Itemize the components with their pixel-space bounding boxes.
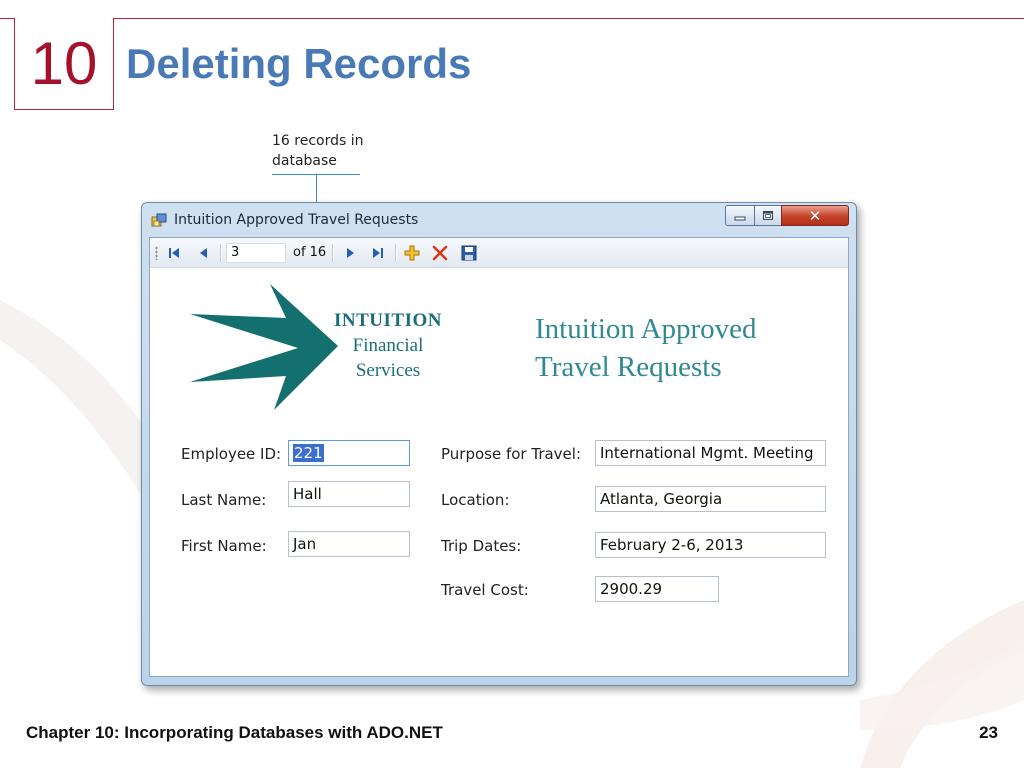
chapter-number-box: 10: [14, 18, 114, 110]
employee-id-field[interactable]: 221: [288, 440, 410, 466]
last-name-label: Last Name:: [181, 491, 267, 509]
toolbar-separator: [332, 244, 334, 262]
binding-navigator: 3 of 16: [150, 238, 848, 268]
logo-line-1: INTUITION: [334, 310, 442, 331]
purpose-label: Purpose for Travel:: [441, 445, 582, 463]
travel-cost-label: Travel Cost:: [441, 581, 529, 599]
toolbar-separator: [395, 244, 397, 262]
form-heading-line-1: Intuition Approved: [535, 313, 757, 345]
logo-line-3: Services: [355, 360, 421, 381]
first-name-field[interactable]: Jan: [288, 531, 410, 557]
move-first-icon[interactable]: [166, 245, 182, 261]
records-callout: 16 records in database: [272, 131, 392, 171]
callout-line-1: 16 records in: [272, 133, 364, 149]
location-field[interactable]: Atlanta, Georgia: [595, 486, 826, 512]
close-icon: ✕: [808, 206, 822, 225]
title-bar[interactable]: Intuition Approved Travel Requests ✕: [142, 203, 856, 237]
save-icon[interactable]: [461, 245, 477, 261]
logo-line-2: Financial: [352, 335, 424, 356]
form-heading: Intuition Approved Travel Requests: [535, 310, 835, 386]
move-previous-icon[interactable]: [196, 245, 212, 261]
window-title: Intuition Approved Travel Requests: [174, 212, 419, 228]
trip-dates-label: Trip Dates:: [441, 537, 522, 555]
form-client-area: 3 of 16 INTUITION Financial Services Int…: [149, 237, 849, 677]
location-label: Location:: [441, 491, 510, 509]
record-count-label: of 16: [293, 245, 327, 260]
employee-id-label: Employee ID:: [181, 445, 282, 463]
slide-page-number: 23: [979, 723, 998, 742]
chapter-number: 10: [30, 30, 98, 97]
app-window: Intuition Approved Travel Requests ✕ 3 o…: [141, 202, 857, 686]
add-new-icon[interactable]: [404, 245, 420, 261]
maximize-icon: [763, 211, 773, 220]
maximize-button[interactable]: [754, 205, 782, 226]
slide-title: Deleting Records: [126, 40, 472, 87]
delete-icon[interactable]: [432, 245, 448, 261]
move-next-icon[interactable]: [342, 245, 358, 261]
last-name-field[interactable]: Hall: [288, 481, 410, 507]
slide-footer-text: Chapter 10: Incorporating Databases with…: [26, 723, 443, 742]
travel-cost-field[interactable]: 2900.29: [595, 576, 719, 602]
minimize-button[interactable]: [725, 205, 755, 226]
first-name-label: First Name:: [181, 537, 267, 555]
minimize-icon: [734, 216, 746, 220]
close-button[interactable]: ✕: [781, 205, 849, 226]
employee-id-value: 221: [293, 444, 324, 462]
position-input[interactable]: 3: [226, 243, 286, 263]
toolbar-separator: [220, 244, 222, 262]
form-heading-line-2: Travel Requests: [535, 351, 722, 383]
company-logo-text: INTUITION Financial Services: [318, 308, 458, 383]
purpose-field[interactable]: International Mgmt. Meeting: [595, 440, 826, 466]
header-rule: [0, 18, 1024, 19]
toolbar-grip[interactable]: [155, 246, 158, 260]
callout-line-2: database: [272, 153, 337, 169]
move-last-icon[interactable]: [370, 245, 386, 261]
trip-dates-field[interactable]: February 2-6, 2013: [595, 532, 826, 558]
form-app-icon[interactable]: [151, 213, 167, 229]
